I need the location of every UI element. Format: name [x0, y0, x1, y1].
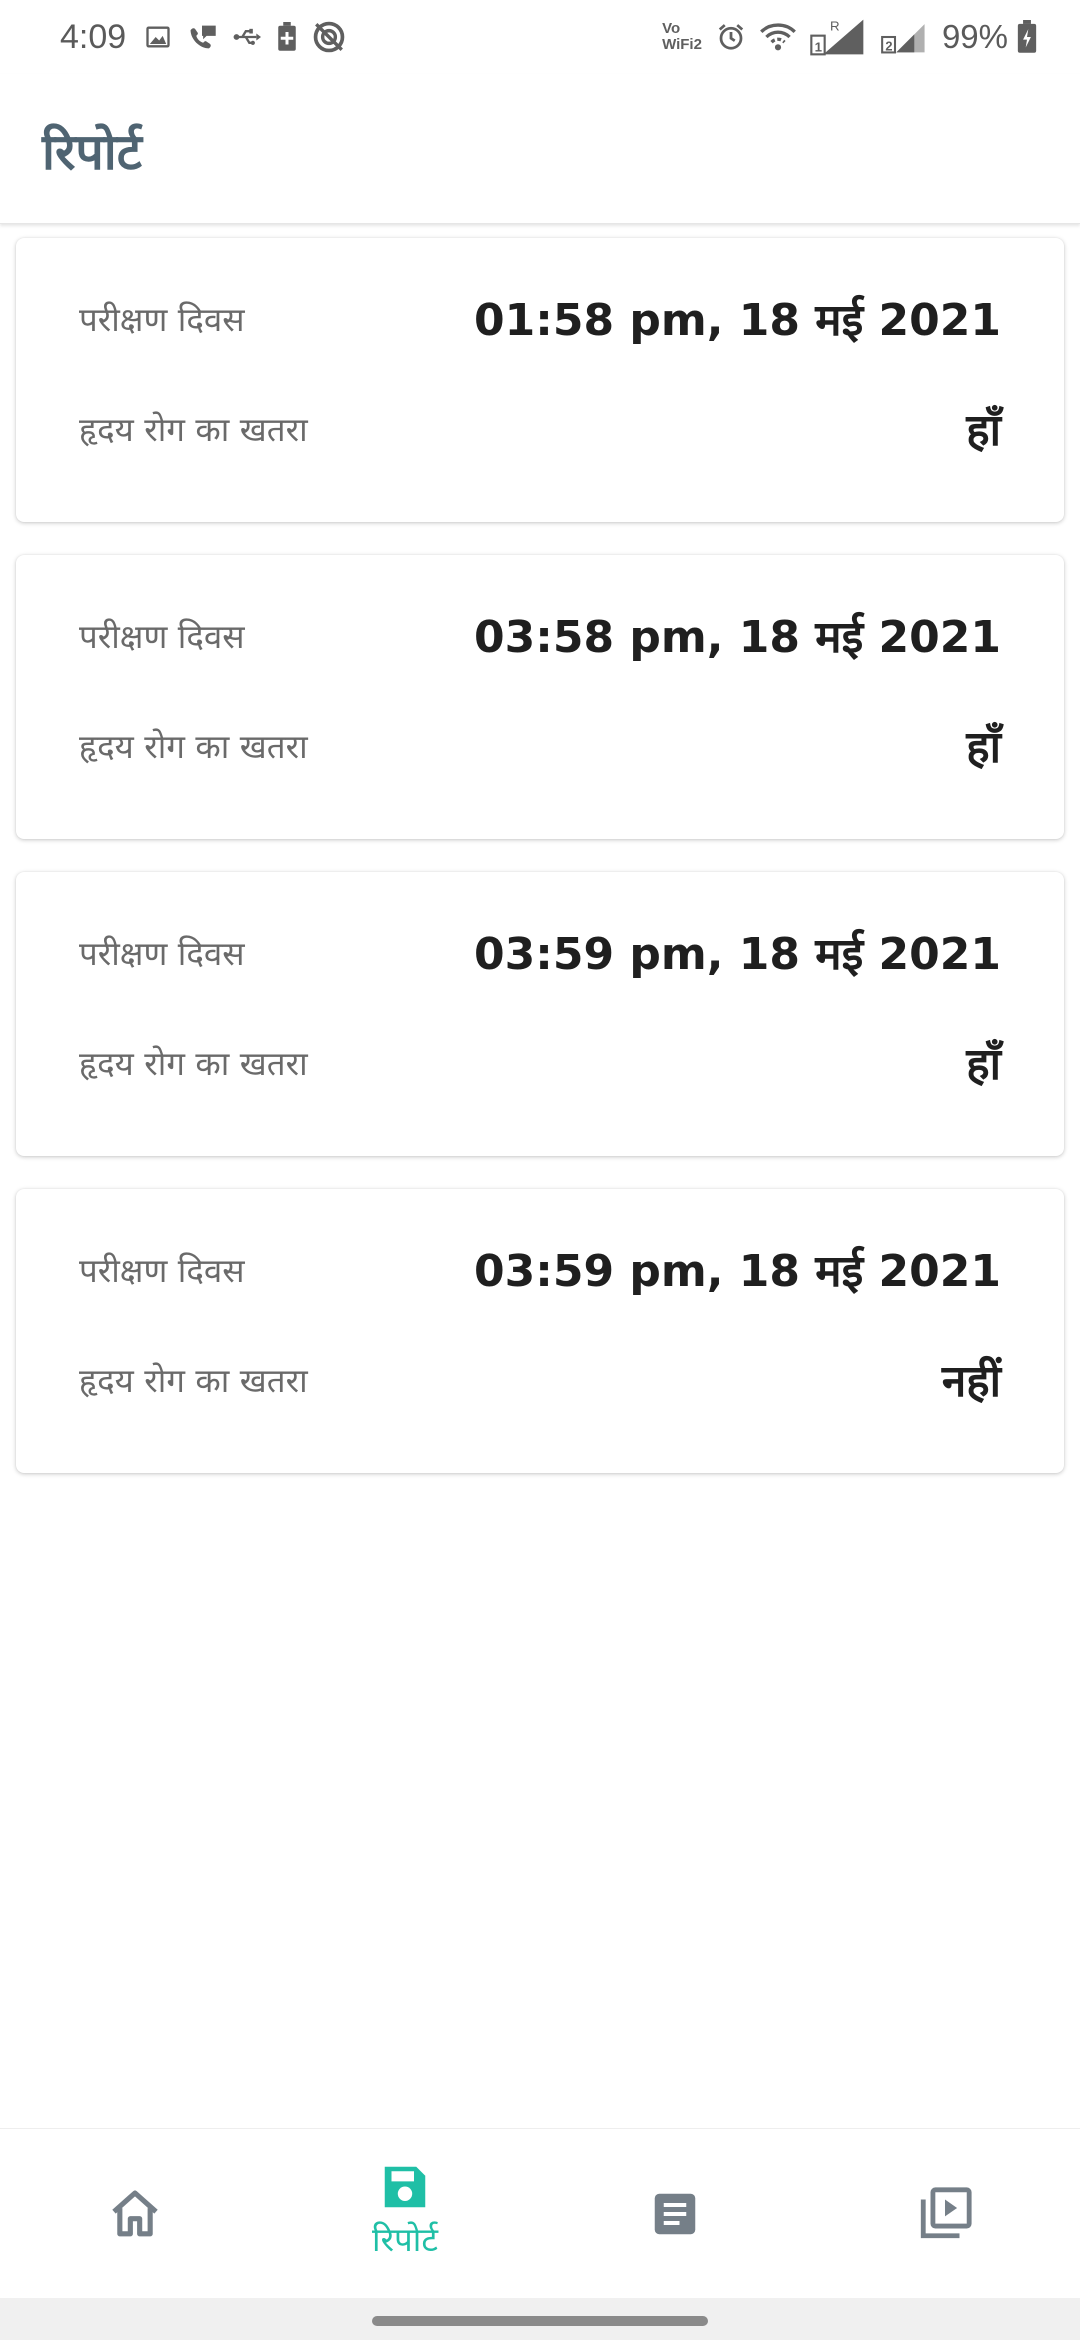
report-risk-row: हृदय रोग का खतरा हाँ — [79, 715, 1001, 775]
usb-icon — [232, 23, 262, 51]
heart-risk-value: हाँ — [966, 405, 1001, 456]
heart-risk-label: हृदय रोग का खतरा — [79, 409, 308, 449]
report-risk-row: हृदय रोग का खतरा नहीं — [79, 1349, 1001, 1409]
heart-risk-label: हृदय रोग का खतरा — [79, 1360, 308, 1400]
vowifi-bottom-text: WiFi2 — [662, 36, 702, 53]
save-icon — [378, 2160, 432, 2214]
home-icon — [107, 2186, 163, 2242]
page-title: रिपोर्ट — [42, 123, 142, 181]
vowifi-indicator: Vo WiFi2 — [662, 21, 702, 53]
test-date-label: परीक्षण दिवस — [79, 616, 245, 656]
heart-risk-label: हृदय रोग का खतरा — [79, 1043, 308, 1083]
signal-sim1-icon: 1R — [810, 17, 866, 57]
battery-saver-icon — [276, 22, 298, 52]
status-left: 4:09 — [60, 18, 360, 57]
nav-articles[interactable] — [540, 2129, 810, 2298]
report-risk-row: हृदय रोग का खतरा हाँ — [79, 398, 1001, 458]
wifi-icon — [760, 22, 796, 52]
svg-text:2: 2 — [885, 39, 892, 54]
heart-risk-value: हाँ — [966, 1039, 1001, 1090]
test-date-label: परीक्षण दिवस — [79, 1250, 245, 1290]
nav-reports-label: रिपोर्ट — [372, 2220, 438, 2259]
report-date-row: परीक्षण दिवस 03:59 pm, 18 मई 2021 — [79, 1239, 1001, 1299]
svg-text:R: R — [830, 18, 840, 33]
gesture-bar-area — [0, 2298, 1080, 2340]
nav-videos[interactable] — [810, 2129, 1080, 2298]
battery-icon — [1016, 20, 1038, 54]
report-date-row: परीक्षण दिवस 03:58 pm, 18 मई 2021 — [79, 605, 1001, 665]
nav-reports[interactable]: रिपोर्ट — [270, 2129, 540, 2298]
report-date-row: परीक्षण दिवस 03:59 pm, 18 मई 2021 — [79, 922, 1001, 982]
test-date-value: 03:59 pm, 18 मई 2021 — [474, 929, 1001, 980]
gesture-handle[interactable] — [372, 2316, 708, 2326]
report-card[interactable]: परीक्षण दिवस 03:59 pm, 18 मई 2021 हृदय र… — [16, 872, 1064, 1156]
nav-home[interactable] — [0, 2129, 270, 2298]
test-date-label: परीक्षण दिवस — [79, 299, 245, 339]
report-card[interactable]: परीक्षण दिवस 01:58 pm, 18 मई 2021 हृदय र… — [16, 238, 1064, 522]
image-icon — [144, 23, 172, 51]
test-date-value: 01:58 pm, 18 मई 2021 — [474, 295, 1001, 346]
test-date-value: 03:59 pm, 18 मई 2021 — [474, 1246, 1001, 1297]
heart-risk-value: हाँ — [966, 722, 1001, 773]
status-time: 4:09 — [60, 17, 127, 56]
report-list: परीक्षण दिवस 01:58 pm, 18 मई 2021 हृदय र… — [16, 238, 1064, 1506]
alarm-icon — [716, 22, 746, 52]
report-card[interactable]: परीक्षण दिवस 03:58 pm, 18 मई 2021 हृदय र… — [16, 555, 1064, 839]
report-date-row: परीक्षण दिवस 01:58 pm, 18 मई 2021 — [79, 288, 1001, 348]
data-saver-icon — [312, 20, 346, 54]
heart-risk-label: हृदय रोग का खतरा — [79, 726, 308, 766]
heart-risk-value: नहीं — [941, 1356, 1001, 1407]
svg-text:1: 1 — [815, 40, 823, 55]
status-bar: 4:09 Vo WiFi2 1R 2 99% — [0, 0, 1080, 74]
video-library-icon — [916, 2185, 974, 2243]
status-right: Vo WiFi2 1R 2 99% — [662, 17, 1038, 57]
signal-sim2-icon: 2 — [880, 19, 928, 55]
report-risk-row: हृदय रोग का खतरा हाँ — [79, 1032, 1001, 1092]
report-card[interactable]: परीक्षण दिवस 03:59 pm, 18 मई 2021 हृदय र… — [16, 1189, 1064, 1473]
app-bar: रिपोर्ट — [0, 74, 1080, 224]
battery-percent: 99% — [941, 18, 1008, 55]
vowifi-top-text: Vo — [662, 20, 681, 37]
test-date-label: परीक्षण दिवस — [79, 933, 245, 973]
chat-icon — [186, 23, 218, 51]
bottom-navigation: रिपोर्ट — [0, 2128, 1080, 2298]
test-date-value: 03:58 pm, 18 मई 2021 — [474, 612, 1001, 663]
article-icon — [648, 2187, 702, 2241]
